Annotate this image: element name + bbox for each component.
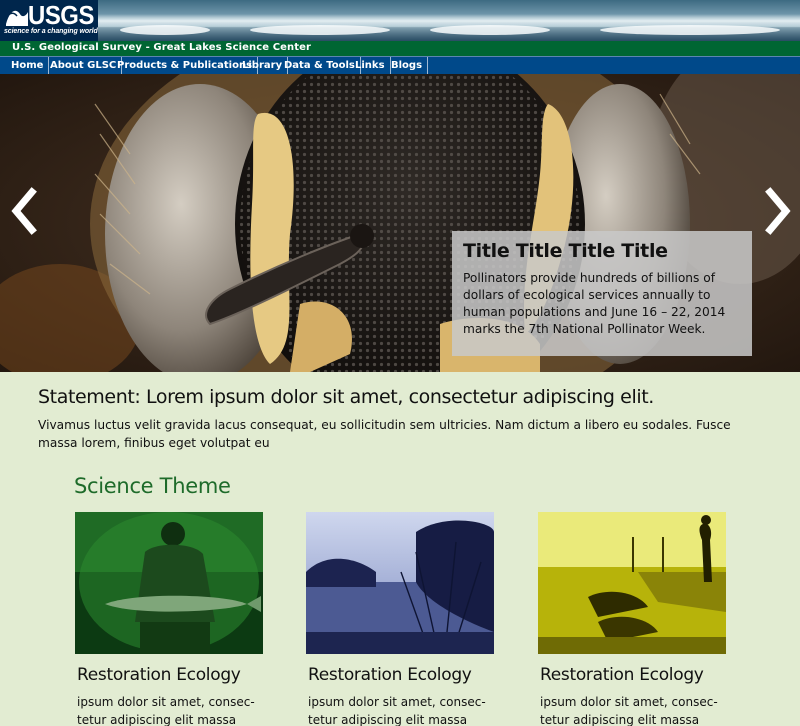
card-title[interactable]: Restoration Ecology — [308, 665, 472, 685]
nav-item-blogs[interactable]: Blogs — [386, 57, 429, 74]
nav-item-about-glsc[interactable]: About GLSC — [45, 57, 123, 74]
card-title[interactable]: Restoration Ecology — [540, 665, 704, 685]
pier-photo — [538, 512, 726, 654]
usgs-logo-text: USGS — [28, 0, 94, 30]
nav-item-home[interactable]: Home — [6, 57, 50, 74]
caption-title: Title Title Title Title — [463, 240, 668, 262]
site-title-bar: U.S. Geological Survey - Great Lakes Sci… — [0, 41, 800, 56]
usgs-logo-tagline: science for a changing world — [4, 28, 98, 35]
science-theme-heading: Science Theme — [74, 474, 231, 498]
wave-crest — [120, 25, 210, 35]
card-image-lake[interactable] — [306, 512, 494, 654]
card-text: ipsum dolor sit amet, consec-tetur adipi… — [308, 695, 486, 726]
fisherman-photo — [75, 512, 263, 654]
chevron-right-icon — [765, 187, 791, 235]
misty-lake-photo — [306, 512, 494, 654]
nav-item-data-tools[interactable]: Data & Tools — [279, 57, 361, 74]
statement-heading: Statement: Lorem ipsum dolor sit amet, c… — [38, 386, 654, 408]
usgs-wave-icon — [5, 10, 28, 26]
card-text: ipsum dolor sit amet, consec-tetur adipi… — [540, 695, 718, 726]
carousel-caption[interactable]: Title Title Title Title Pollinators prov… — [452, 231, 752, 356]
hero-carousel: Title Title Title Title Pollinators prov… — [0, 74, 800, 372]
usgs-logo[interactable]: USGS science for a changing world — [0, 0, 98, 41]
site-title[interactable]: U.S. Geological Survey - Great Lakes Sci… — [12, 42, 311, 53]
chevron-left-icon — [11, 187, 37, 235]
wave-crest — [600, 25, 780, 35]
wave-crest — [250, 25, 390, 35]
card-image-pier[interactable] — [538, 512, 726, 654]
caption-body: Pollinators provide hundreds of billions… — [463, 271, 726, 336]
site-header: USGS science for a changing world — [0, 0, 800, 41]
nav-item-links[interactable]: Links — [350, 57, 391, 74]
card-image-fisherman[interactable] — [75, 512, 263, 654]
wave-crest — [430, 25, 550, 35]
card-text: ipsum dolor sit amet, consec-tetur adipi… — [77, 695, 255, 726]
main-navigation: Home About GLSC Products & Publications … — [0, 56, 800, 74]
carousel-prev-button[interactable] — [6, 186, 46, 236]
carousel-next-button[interactable] — [756, 186, 796, 236]
card-title[interactable]: Restoration Ecology — [77, 665, 241, 685]
statement-body: Vivamus luctus velit gravida lacus conse… — [38, 418, 731, 450]
